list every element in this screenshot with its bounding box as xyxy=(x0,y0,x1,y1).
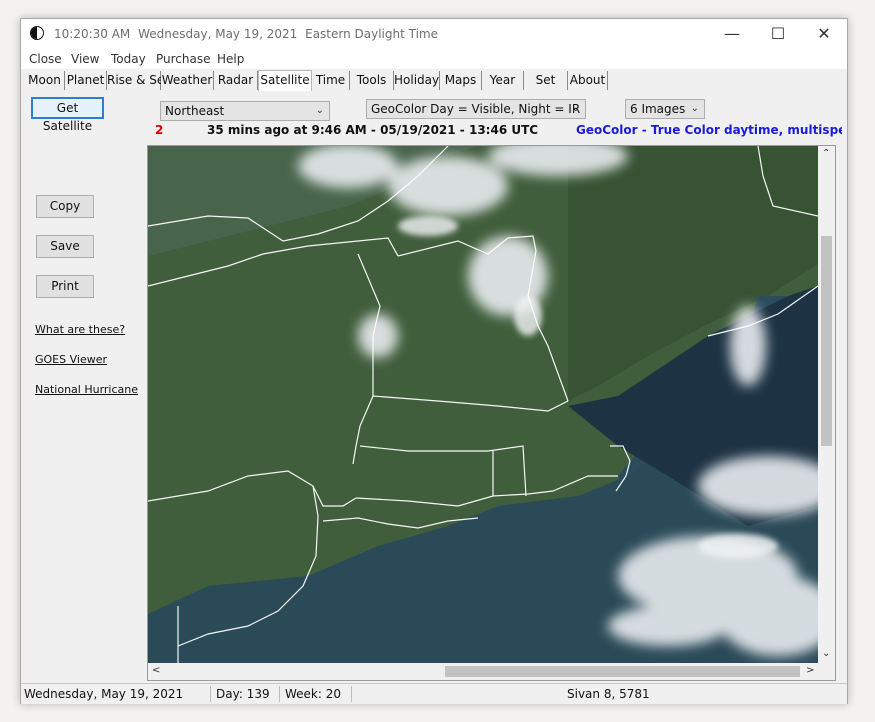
status-divider xyxy=(279,686,280,702)
menu-help[interactable]: Help xyxy=(217,52,244,66)
region-value: Northeast xyxy=(165,104,225,118)
goes-viewer-link[interactable]: GOES Viewer xyxy=(35,353,107,366)
title-bar[interactable]: 10:20:30 AM Wednesday, May 19, 2021 East… xyxy=(21,19,847,49)
satellite-image-viewport[interactable]: ⌃ ⌄ < > xyxy=(147,145,836,681)
product-description: GeoColor - True Color daytime, multispec… xyxy=(576,123,842,137)
tab-weather[interactable]: Weather xyxy=(161,71,214,90)
satellite-panel: Get Satellite Copy Save Print What are t… xyxy=(21,91,847,681)
scroll-down-icon[interactable]: ⌄ xyxy=(822,648,830,659)
status-bar: Wednesday, May 19, 2021 Day: 139 Week: 2… xyxy=(21,683,847,704)
image-index: 2 xyxy=(155,123,164,137)
menu-close[interactable]: Close xyxy=(29,52,62,66)
chevron-down-icon: ⌄ xyxy=(315,105,324,116)
tab-tools[interactable]: Tools xyxy=(350,71,394,90)
tab-radar[interactable]: Radar xyxy=(214,71,258,90)
vertical-scroll-thumb[interactable] xyxy=(821,236,832,446)
moon-phase-icon xyxy=(30,26,44,40)
vertical-scrollbar[interactable]: ⌃ ⌄ xyxy=(818,146,835,664)
status-hebrew-date: Sivan 8, 5781 xyxy=(567,687,650,701)
region-select[interactable]: Northeast ⌄ xyxy=(160,101,330,121)
scroll-right-icon[interactable]: > xyxy=(806,665,814,676)
menu-purchase[interactable]: Purchase xyxy=(156,52,211,66)
national-hurricane-link[interactable]: National Hurricane xyxy=(35,383,138,396)
title-time: 10:20:30 AM xyxy=(54,27,131,41)
image-age: 35 mins ago at 9:46 AM - 05/19/2021 - 13… xyxy=(207,123,539,137)
chevron-down-icon: ⌄ xyxy=(571,103,580,114)
product-value: GeoColor Day = Visible, Night = IR xyxy=(371,102,581,116)
tab-maps[interactable]: Maps xyxy=(440,71,482,90)
get-satellite-button[interactable]: Get Satellite xyxy=(31,97,104,133)
close-button[interactable]: ✕ xyxy=(801,19,847,49)
tab-set[interactable]: Set xyxy=(524,71,568,90)
tab-planet[interactable]: Planet xyxy=(65,71,107,90)
tab-bar: Moon Planet Rise & Set Weather Radar Sat… xyxy=(21,69,847,91)
chevron-down-icon: ⌄ xyxy=(690,103,699,114)
what-are-these-link[interactable]: What are these? xyxy=(35,323,125,336)
status-divider xyxy=(210,686,211,702)
menu-bar: Close View Today Purchase Help xyxy=(21,49,847,69)
horizontal-scrollbar[interactable]: < > xyxy=(148,663,835,680)
tab-rise-set[interactable]: Rise & Set xyxy=(107,71,169,90)
save-button[interactable]: Save xyxy=(36,235,94,258)
title-timezone: Eastern Daylight Time xyxy=(305,27,438,41)
status-date: Wednesday, May 19, 2021 xyxy=(24,687,184,701)
tab-moon[interactable]: Moon xyxy=(25,71,65,90)
app-window: 10:20:30 AM Wednesday, May 19, 2021 East… xyxy=(20,18,848,704)
tab-about[interactable]: About xyxy=(568,71,608,90)
image-count-value: 6 Images xyxy=(630,102,686,116)
satellite-map-graphic xyxy=(148,146,818,664)
tab-satellite[interactable]: Satellite xyxy=(258,70,312,91)
print-button[interactable]: Print xyxy=(36,275,94,298)
image-count-select[interactable]: 6 Images ⌄ xyxy=(625,99,705,119)
maximize-button[interactable]: ☐ xyxy=(755,19,801,49)
status-day: Day: 139 xyxy=(216,687,270,701)
tab-time[interactable]: Time xyxy=(312,71,350,90)
minimize-button[interactable]: — xyxy=(709,19,755,49)
product-select[interactable]: GeoColor Day = Visible, Night = IR ⌄ xyxy=(366,99,586,119)
window-title: 10:20:30 AM Wednesday, May 19, 2021 East… xyxy=(54,27,442,41)
title-date: Wednesday, May 19, 2021 xyxy=(138,27,298,41)
satellite-image xyxy=(148,146,818,664)
menu-view[interactable]: View xyxy=(71,52,99,66)
tab-holiday[interactable]: Holiday xyxy=(394,71,440,90)
scroll-up-icon[interactable]: ⌃ xyxy=(822,148,830,159)
copy-button[interactable]: Copy xyxy=(36,195,94,218)
horizontal-scroll-thumb[interactable] xyxy=(445,666,800,677)
status-week: Week: 20 xyxy=(285,687,342,701)
tab-year[interactable]: Year xyxy=(482,71,524,90)
status-divider xyxy=(351,686,352,702)
menu-today[interactable]: Today xyxy=(111,52,146,66)
scroll-left-icon[interactable]: < xyxy=(152,665,160,676)
